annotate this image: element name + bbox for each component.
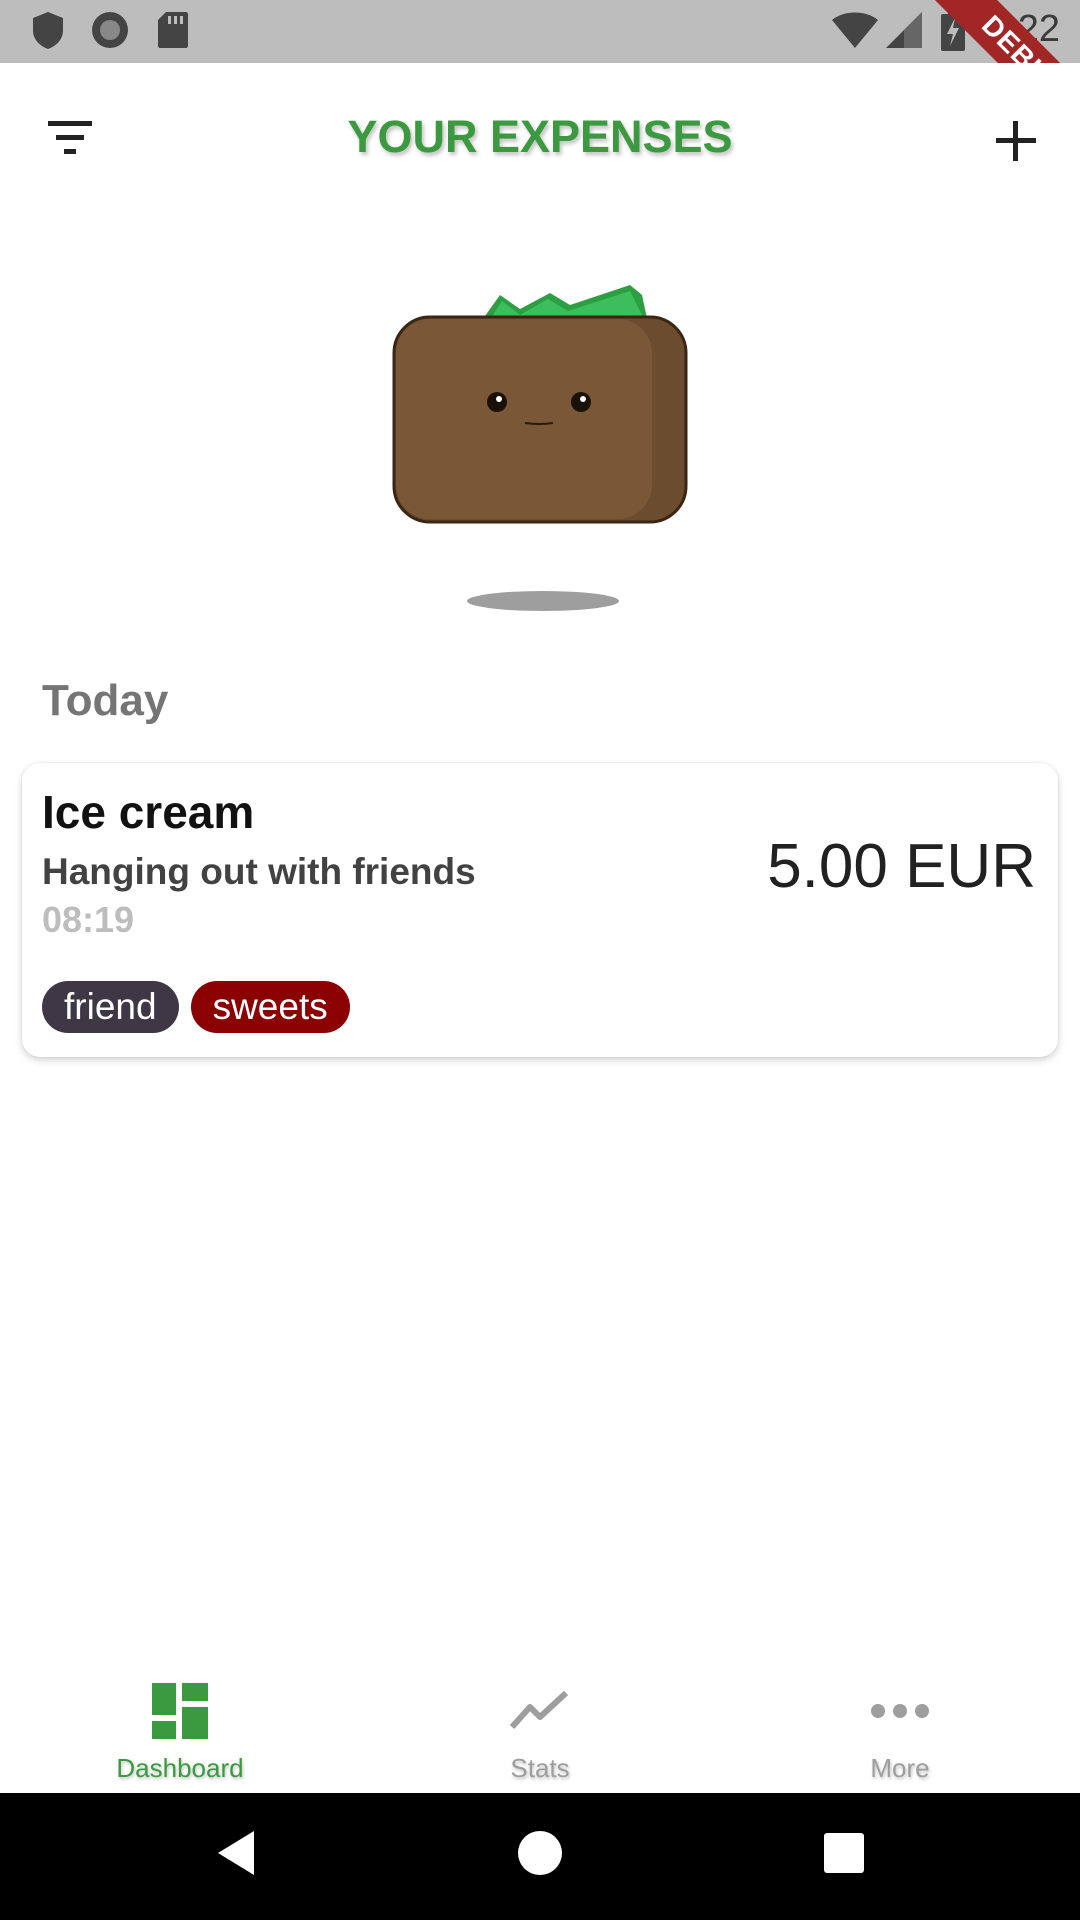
- nav-label-stats: Stats: [510, 1753, 570, 1783]
- expense-title: Ice cream: [42, 786, 255, 838]
- dashboard-icon: [152, 1683, 208, 1739]
- recents-icon[interactable]: [814, 1823, 874, 1883]
- status-bar: 8:22: [0, 0, 1080, 63]
- nav-item-dashboard[interactable]: Dashboard: [0, 1653, 360, 1793]
- nav-label-more: More: [870, 1753, 930, 1783]
- expense-amount: 5.00 EUR: [767, 832, 1036, 901]
- shield-icon: [33, 12, 63, 49]
- section-label-today: Today: [42, 676, 169, 725]
- signal-icon: [886, 12, 922, 48]
- nav-item-more[interactable]: More: [720, 1653, 1080, 1793]
- app-bar: YOUR EXPENSES: [0, 63, 1080, 213]
- tag-list: friend sweets: [42, 981, 350, 1033]
- nav-label-dashboard: Dashboard: [116, 1753, 244, 1783]
- tag-friend[interactable]: friend: [42, 981, 179, 1033]
- expense-card[interactable]: Ice cream Hanging out with friends 08:19…: [22, 763, 1058, 1057]
- bottom-navigation: Dashboard Stats More: [0, 1653, 1080, 1793]
- wifi-icon: [832, 12, 878, 48]
- battery-icon: [941, 10, 965, 51]
- system-navigation-bar: [0, 1793, 1080, 1920]
- expense-time: 08:19: [42, 899, 135, 940]
- sd-card-icon: [158, 12, 188, 48]
- expense-description: Hanging out with friends: [42, 851, 476, 892]
- circle-status-icon: [92, 12, 128, 48]
- back-icon[interactable]: [210, 1823, 270, 1883]
- nav-item-stats[interactable]: Stats: [360, 1653, 720, 1793]
- home-icon[interactable]: [510, 1823, 570, 1883]
- tag-sweets[interactable]: sweets: [190, 981, 350, 1033]
- more-horizontal-icon: [871, 1704, 929, 1718]
- add-icon[interactable]: [986, 111, 1046, 171]
- trending-icon: [509, 1690, 569, 1730]
- page-title: YOUR EXPENSES: [347, 111, 733, 162]
- status-time: 8:22: [986, 8, 1060, 50]
- wallet-illustration: [392, 285, 688, 611]
